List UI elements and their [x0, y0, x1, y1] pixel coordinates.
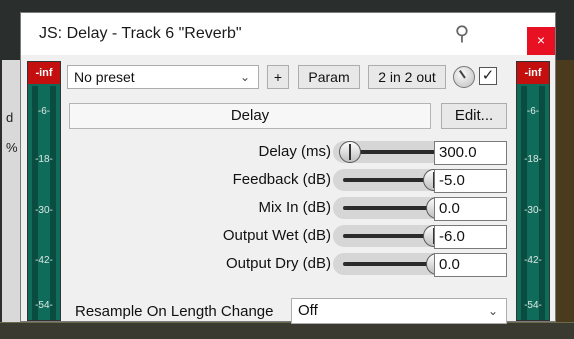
resample-value: Off — [298, 302, 318, 319]
meter-channel-bar — [539, 86, 545, 320]
fx-window: JS: Delay - Track 6 "Reverb" ⚲ × -inf -6… — [20, 12, 556, 324]
param-label: Feedback (dB) — [232, 171, 331, 188]
param-label: Mix In (dB) — [258, 199, 331, 216]
resample-label: Resample On Length Change — [75, 303, 274, 320]
param-value-field[interactable]: 0.0 — [434, 197, 507, 221]
meter-channel-bar — [50, 86, 56, 320]
meter-tick: -6- — [37, 106, 51, 117]
title-bar[interactable]: JS: Delay - Track 6 "Reverb" ⚲ × — [21, 13, 555, 55]
close-button[interactable]: × — [527, 27, 555, 55]
param-label: Delay (ms) — [258, 143, 331, 160]
output-meter: -inf -6- -18- -30- -42- -54- — [516, 61, 550, 321]
meter-tick: -18- — [524, 154, 542, 165]
param-label: Output Wet (dB) — [222, 227, 331, 244]
preset-value: No preset — [74, 69, 135, 85]
input-peak-label[interactable]: -inf — [28, 62, 60, 84]
meter-tick: -30- — [35, 205, 53, 216]
meter-tick: -54- — [524, 300, 542, 311]
edit-button[interactable]: Edit... — [441, 103, 507, 129]
io-routing-button[interactable]: 2 in 2 out — [368, 65, 446, 89]
param-value-field[interactable]: -5.0 — [434, 169, 507, 193]
window-title: JS: Delay - Track 6 "Reverb" — [39, 25, 242, 42]
param-row-output-wet: Output Wet (dB) -6.0 — [67, 223, 507, 249]
background-track-lane — [556, 60, 574, 330]
output-peak-label[interactable]: -inf — [517, 62, 549, 84]
resample-dropdown[interactable]: Off ⌄ — [291, 298, 507, 324]
background-timeline — [0, 322, 574, 339]
slider-thumb[interactable] — [339, 141, 361, 163]
param-row-feedback: Feedback (dB) -5.0 — [67, 167, 507, 193]
meter-tick: -54- — [35, 300, 53, 311]
plugin-name-header: Delay — [69, 103, 431, 129]
param-label: Output Dry (dB) — [225, 255, 331, 272]
fx-enabled-checkbox[interactable]: ✓ — [479, 67, 497, 85]
param-row-output-dry: Output Dry (dB) 0.0 — [67, 251, 507, 277]
param-value-field[interactable]: 0.0 — [434, 253, 507, 277]
param-button[interactable]: Param — [298, 65, 360, 89]
meter-tick: -6- — [526, 106, 540, 117]
meter-tick: -42- — [35, 255, 53, 266]
meter-tick: -42- — [524, 255, 542, 266]
background-glyph: % — [6, 140, 18, 155]
chevron-down-icon: ⌄ — [239, 70, 250, 84]
meter-channel-bar — [521, 86, 527, 320]
meter-tick: -30- — [524, 205, 542, 216]
meter-tick: -18- — [35, 154, 53, 165]
param-value-field[interactable]: -6.0 — [434, 225, 507, 249]
input-meter: -inf -6- -18- -30- -42- -54- — [27, 61, 61, 321]
param-row-delay: Delay (ms) 300.0 — [67, 139, 507, 165]
preset-dropdown[interactable]: No preset ⌄ — [67, 65, 259, 89]
param-value-field[interactable]: 300.0 — [434, 141, 507, 165]
meter-channel-bar — [32, 86, 38, 320]
plugin-panel: -inf -6- -18- -30- -42- -54- No preset ⌄… — [21, 55, 555, 324]
wet-knob-icon[interactable] — [453, 66, 475, 88]
pin-icon[interactable]: ⚲ — [451, 21, 473, 47]
background-glyph: d — [6, 110, 14, 125]
preset-add-button[interactable]: + — [267, 65, 289, 89]
param-row-mix-in: Mix In (dB) 0.0 — [67, 195, 507, 221]
chevron-down-icon: ⌄ — [487, 304, 498, 318]
